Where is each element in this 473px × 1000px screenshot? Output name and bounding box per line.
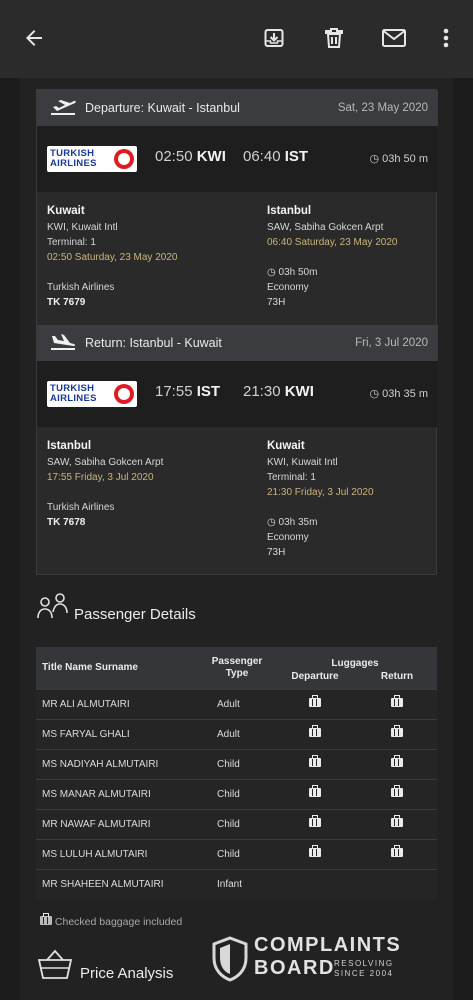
luggage-icon [391, 695, 403, 707]
passenger-name: MR NAWAF ALMUTAIRI [36, 808, 201, 839]
return-luggage [357, 688, 437, 719]
return-dep-time: 17:55 IST [155, 383, 221, 400]
clock-icon: ◷ [369, 388, 380, 400]
col-departure: Departure [291, 670, 339, 682]
passenger-type: Child [201, 778, 273, 809]
departure-luggage [273, 868, 357, 899]
airline-logo: TURKISH AIRLINES [47, 381, 137, 407]
departure-flight-row: TURKISH AIRLINES 02:50 KWI 06:40 IST ◷ 0… [37, 126, 438, 192]
passenger-name: MS LULUH ALMUTAIRI [36, 838, 201, 869]
return-arr-time: 21:30 KWI [243, 383, 314, 400]
departure-luggage [273, 808, 357, 839]
email-content: Departure: Kuwait - Istanbul Sat, 23 May… [20, 78, 453, 1000]
back-arrow-icon[interactable] [18, 22, 50, 54]
luggage-icon [391, 755, 403, 767]
return-luggage [357, 748, 437, 779]
clock-icon: ◷ [267, 267, 276, 278]
luggage-icon [391, 845, 403, 857]
return-label: Return: Istanbul - Kuwait [85, 336, 222, 350]
baggage-note: Checked baggage included [40, 913, 182, 928]
delete-icon[interactable] [318, 22, 350, 54]
airline-logo: TURKISH AIRLINES [47, 146, 137, 172]
passenger-type: Adult [201, 688, 273, 719]
more-vert-icon[interactable] [430, 22, 462, 54]
table-row: MS MANAR ALMUTAIRI Child [36, 778, 437, 809]
departure-destination-info: Istanbul SAW, Sabiha Gokcen Arpt 06:40 S… [267, 205, 398, 308]
luggage-icon [391, 815, 403, 827]
table-row: MR SHAHEEN ALMUTAIRI Infant [36, 868, 437, 899]
return-flight-row: TURKISH AIRLINES 17:55 IST 21:30 KWI ◷ 0… [37, 361, 438, 427]
luggage-icon [309, 725, 321, 737]
passenger-name: MS NADIYAH ALMUTAIRI [36, 748, 201, 779]
luggage-icon [40, 913, 52, 925]
passenger-name: MR ALI ALMUTAIRI [36, 688, 201, 719]
table-row: MS LULUH ALMUTAIRI Child [36, 838, 437, 869]
passenger-name: MS FARYAL GHALI [36, 718, 201, 749]
passenger-type: Adult [201, 718, 273, 749]
flight-card: Departure: Kuwait - Istanbul Sat, 23 May… [36, 89, 438, 575]
clock-icon: ◷ [369, 153, 380, 165]
luggage-icon [391, 785, 403, 797]
col-return: Return [380, 670, 414, 682]
departure-dep-time: 02:50 KWI [155, 148, 226, 165]
departure-origin-info: Kuwait KWI, Kuwait Intl Terminal: 1 02:5… [47, 205, 178, 308]
return-luggage [357, 718, 437, 749]
departure-header: Departure: Kuwait - Istanbul Sat, 23 May… [37, 90, 438, 126]
plane-takeoff-icon [49, 98, 77, 119]
departure-date: Sat, 23 May 2020 [337, 102, 428, 114]
luggage-icon [309, 695, 321, 707]
price-analysis-title: Price Analysis [80, 965, 174, 982]
passenger-type: Infant [201, 868, 273, 899]
passenger-type: Child [201, 808, 273, 839]
col-name: Title Name Surname [36, 647, 201, 689]
clock-icon: ◷ [267, 517, 276, 528]
departure-luggage [273, 778, 357, 809]
return-luggage [357, 808, 437, 839]
return-duration: ◷ 03h 35 m [369, 388, 428, 400]
passenger-type: Child [201, 748, 273, 779]
return-luggage [357, 778, 437, 809]
complaints-board-watermark: COMPLAINTS BOARD RESOLVING SINCE 2004 [212, 934, 432, 984]
col-luggages: Luggages Departure Return [273, 647, 437, 689]
return-date: Fri, 3 Jul 2020 [355, 337, 428, 349]
return-destination-info: Kuwait KWI, Kuwait Intl Terminal: 1 21:3… [267, 440, 374, 558]
return-origin-info: Istanbul SAW, Sabiha Gokcen Arpt 17:55 F… [47, 440, 164, 528]
passenger-type: Child [201, 838, 273, 869]
departure-label: Departure: Kuwait - Istanbul [85, 101, 240, 115]
departure-luggage [273, 688, 357, 719]
basket-icon [36, 948, 74, 987]
table-row: MR ALI ALMUTAIRI Adult [36, 688, 437, 719]
departure-luggage [273, 838, 357, 869]
table-row: MR NAWAF ALMUTAIRI Child [36, 808, 437, 839]
passenger-name: MR SHAHEEN ALMUTAIRI [36, 868, 201, 899]
archive-icon[interactable] [258, 22, 290, 54]
col-type: Passenger Type [201, 647, 273, 689]
luggage-icon [391, 725, 403, 737]
luggage-icon [309, 755, 321, 767]
shield-logo-icon [212, 936, 248, 982]
top-app-bar [0, 0, 473, 78]
table-row: MS NADIYAH ALMUTAIRI Child [36, 748, 437, 779]
return-header: Return: Istanbul - Kuwait Fri, 3 Jul 202… [37, 325, 438, 361]
luggage-icon [309, 845, 321, 857]
departure-arr-time: 06:40 IST [243, 148, 309, 165]
passenger-details-title: Passenger Details [74, 606, 196, 623]
return-luggage [357, 868, 437, 899]
passenger-table: Title Name Surname Passenger Type Luggag… [36, 647, 437, 899]
departure-luggage [273, 718, 357, 749]
departure-luggage [273, 748, 357, 779]
departure-duration: ◷ 03h 50 m [369, 153, 428, 165]
passenger-name: MS MANAR ALMUTAIRI [36, 778, 201, 809]
plane-landing-icon [49, 333, 77, 354]
luggage-icon [309, 815, 321, 827]
table-row: MS FARYAL GHALI Adult [36, 718, 437, 749]
passengers-icon [36, 592, 70, 627]
return-luggage [357, 838, 437, 869]
mail-icon[interactable] [378, 22, 410, 54]
luggage-icon [309, 785, 321, 797]
